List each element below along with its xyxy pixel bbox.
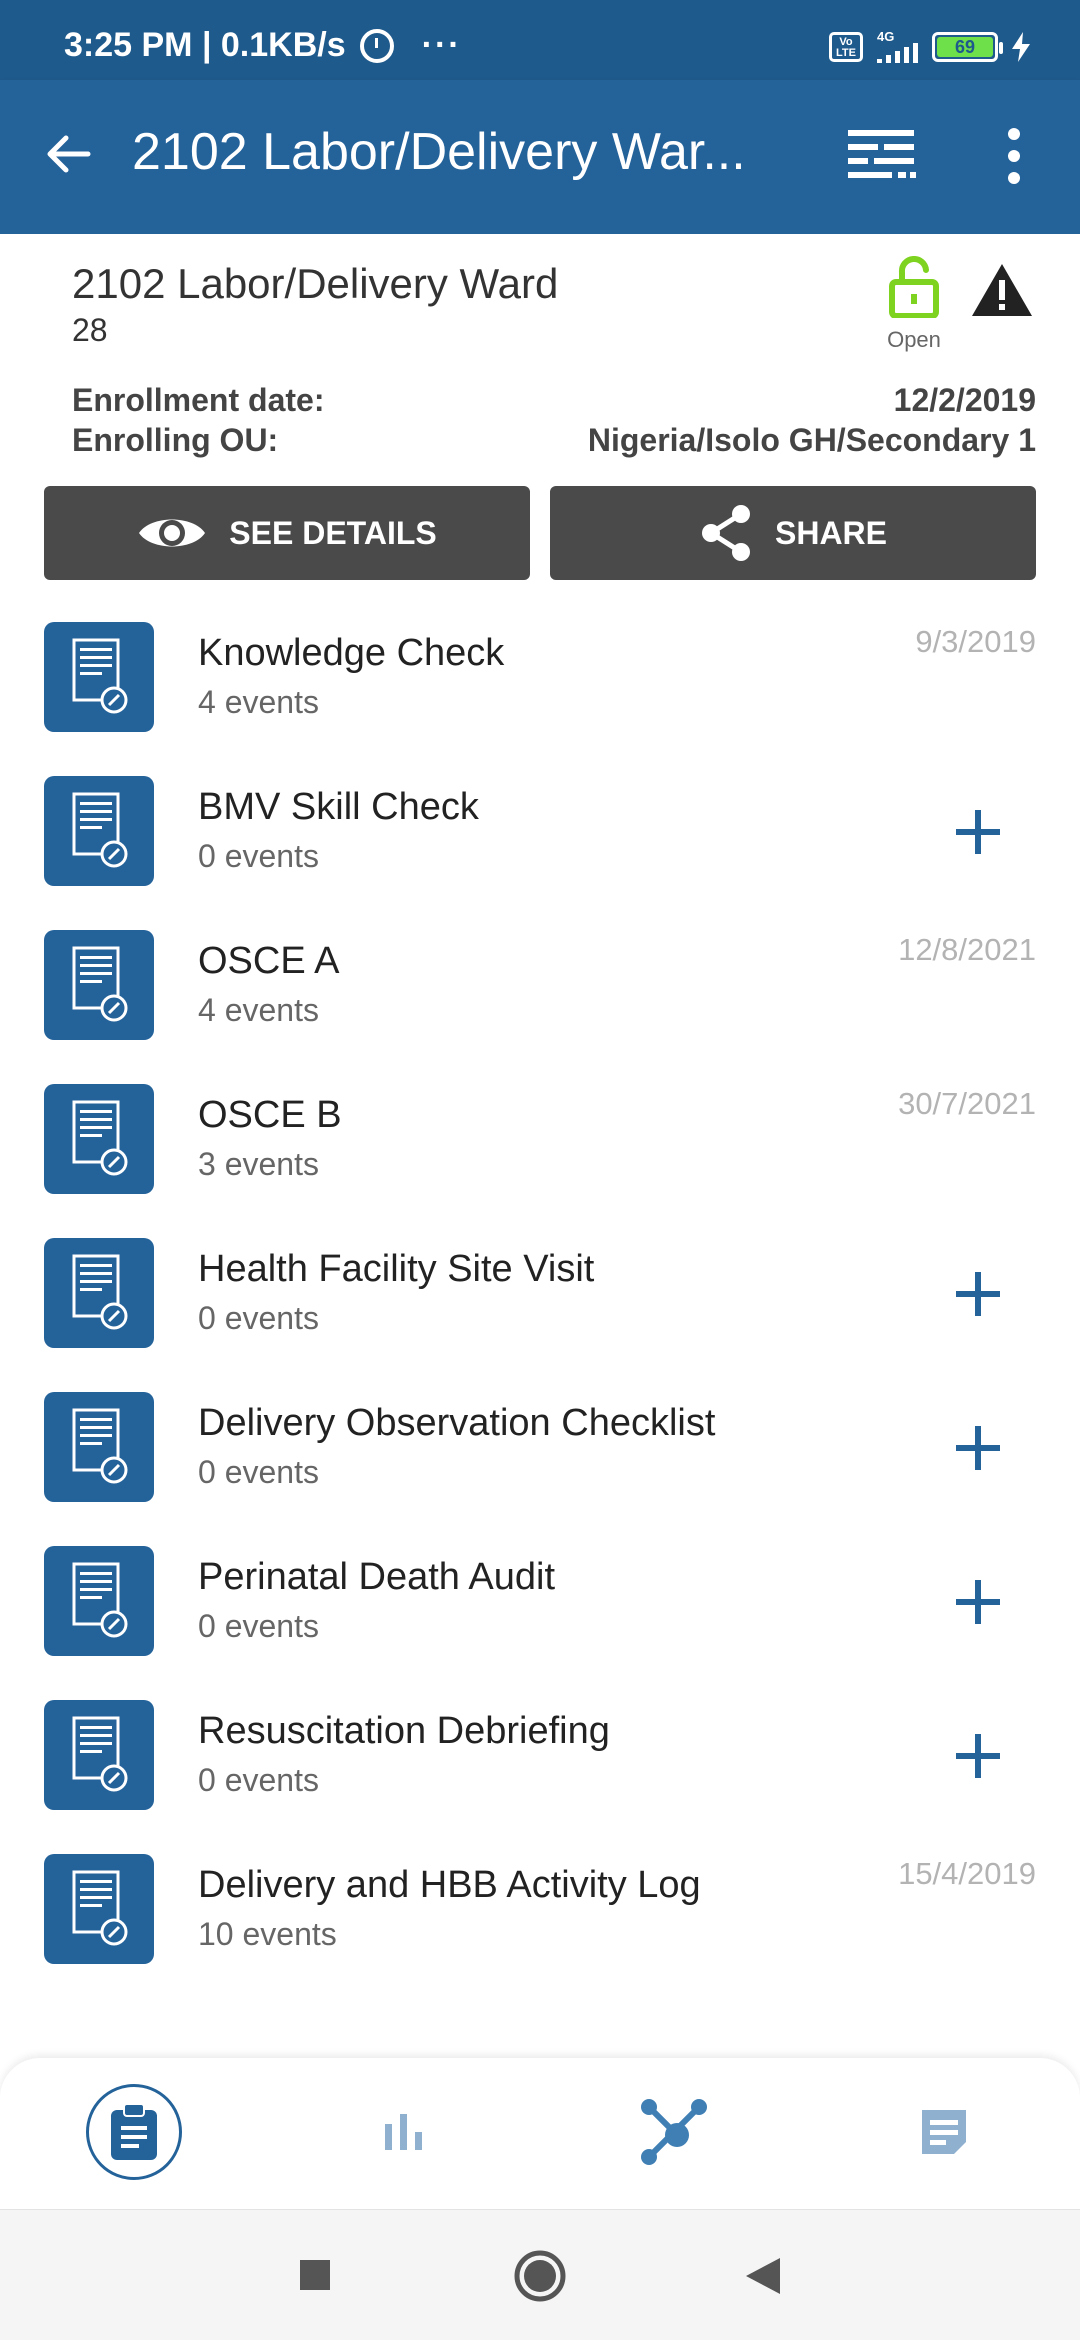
list-item[interactable]: Delivery and HBB Activity Log 10 events … [0, 1836, 1080, 1990]
home-icon[interactable] [512, 2246, 568, 2306]
filter-icon[interactable] [846, 124, 918, 188]
enrollment-header: 2102 Labor/Delivery Ward 28 Open Enrollm… [0, 234, 1080, 604]
stage-event-count: 10 events [198, 1916, 337, 1952]
form-icon [44, 776, 154, 886]
form-icon [44, 1238, 154, 1348]
status-label: Open [887, 327, 941, 352]
list-item[interactable]: BMV Skill Check 0 events [0, 758, 1080, 912]
stage-last-date: 12/8/2021 [898, 932, 1036, 967]
enrolling-ou-row: Enrolling OU: Nigeria/Isolo GH/Secondary… [72, 422, 1036, 459]
nav-notes-tab[interactable] [896, 2084, 992, 2180]
list-item[interactable]: Perinatal Death Audit 0 events [0, 1528, 1080, 1682]
eye-icon [139, 519, 206, 547]
see-details-label: SEE DETAILS [229, 514, 437, 551]
stage-event-count: 0 events [198, 1454, 319, 1490]
plus-icon[interactable] [950, 1420, 1006, 1476]
notes-icon [922, 2110, 966, 2154]
share-icon [701, 505, 750, 561]
see-details-button[interactable]: SEE DETAILS [44, 486, 530, 580]
stage-name: BMV Skill Check [198, 786, 479, 828]
enrolling-ou-value: Nigeria/Isolo GH/Secondary 1 [587, 422, 1036, 458]
list-item[interactable]: Knowledge Check 4 events 9/3/2019 [0, 604, 1080, 758]
signal-icon [877, 43, 918, 63]
stage-event-count: 0 events [198, 1608, 319, 1644]
form-icon [44, 622, 154, 732]
tei-title: 2102 Labor/Delivery Ward [72, 260, 559, 307]
back-nav-icon[interactable] [742, 2246, 782, 2306]
alarm-icon [359, 28, 394, 63]
arrow-left-icon[interactable] [40, 126, 96, 182]
stage-name: Knowledge Check [198, 632, 505, 674]
enrolling-ou-label: Enrolling OU: [72, 422, 279, 458]
stage-name: Health Facility Site Visit [198, 1248, 595, 1290]
charging-icon [1012, 31, 1030, 62]
enrollment-date-row: Enrollment date: 12/2/2019 [72, 382, 1036, 419]
relationships-icon [641, 2099, 707, 2165]
list-item[interactable]: Resuscitation Debriefing 0 events [0, 1682, 1080, 1836]
stage-last-date: 15/4/2019 [898, 1856, 1036, 1891]
plus-icon[interactable] [950, 1574, 1006, 1630]
stage-last-date: 30/7/2021 [898, 1086, 1036, 1121]
nav-events-tab[interactable] [86, 2084, 182, 2180]
stage-name: OSCE B [198, 1094, 342, 1136]
bar-chart-icon [385, 2114, 422, 2150]
stage-event-count: 3 events [198, 1146, 319, 1182]
nav-relationships-tab[interactable] [626, 2084, 722, 2180]
form-icon [44, 1084, 154, 1194]
form-icon [44, 1392, 154, 1502]
tei-subtitle: 28 [72, 312, 108, 348]
stage-event-count: 0 events [198, 838, 319, 874]
more-notifications-icon: ··· [421, 26, 462, 64]
stage-event-count: 0 events [198, 1300, 319, 1336]
status-bar: 3:25 PM | 0.1KB/s ··· Vo LTE 4G 69 [0, 0, 1080, 80]
recent-apps-icon[interactable] [298, 2246, 332, 2306]
form-icon [44, 930, 154, 1040]
stage-name: Perinatal Death Audit [198, 1556, 556, 1598]
app-bar: 2102 Labor/Delivery War... [0, 80, 1080, 234]
form-icon [44, 1546, 154, 1656]
list-item[interactable]: Delivery Observation Checklist 0 events [0, 1374, 1080, 1528]
list-item[interactable]: Health Facility Site Visit 0 events [0, 1220, 1080, 1374]
battery-level: 69 [937, 36, 993, 57]
more-vert-icon[interactable] [990, 124, 1038, 188]
plus-icon[interactable] [950, 804, 1006, 860]
warning-icon[interactable] [970, 262, 1034, 318]
stage-event-count: 4 events [198, 684, 319, 720]
battery-icon: 69 [932, 31, 1003, 62]
nav-analytics-tab[interactable] [356, 2084, 452, 2180]
volte-icon: Vo LTE [829, 31, 863, 62]
stage-last-date: 9/3/2019 [915, 624, 1036, 659]
stage-name: Resuscitation Debriefing [198, 1710, 610, 1752]
stage-event-count: 4 events [198, 992, 319, 1028]
stage-name: Delivery Observation Checklist [198, 1402, 716, 1444]
bottom-navigation [0, 2058, 1080, 2210]
unlock-icon [889, 256, 939, 319]
stage-event-count: 0 events [198, 1762, 319, 1798]
status-time: 3:25 PM | 0.1KB/s [64, 26, 346, 64]
enrollment-date-label: Enrollment date: [72, 382, 325, 418]
share-label: SHARE [774, 514, 887, 551]
clipboard-icon [111, 2103, 157, 2160]
system-navigation [0, 2210, 1080, 2340]
status-left: 3:25 PM | 0.1KB/s ··· [64, 26, 462, 65]
stage-name: OSCE A [198, 940, 340, 982]
enrollment-status[interactable]: Open [880, 256, 948, 353]
program-stage-list: Knowledge Check 4 events 9/3/2019 BMV Sk… [0, 604, 1080, 1990]
plus-icon[interactable] [950, 1266, 1006, 1322]
app-bar-title: 2102 Labor/Delivery War... [132, 123, 746, 181]
form-icon [44, 1700, 154, 1810]
enrollment-date-value: 12/2/2019 [893, 382, 1036, 418]
network-type: 4G [877, 29, 895, 44]
list-item[interactable]: OSCE B 3 events 30/7/2021 [0, 1066, 1080, 1220]
status-right: Vo LTE 4G 69 [829, 30, 1030, 63]
share-button[interactable]: SHARE [550, 486, 1036, 580]
list-item[interactable]: OSCE A 4 events 12/8/2021 [0, 912, 1080, 1066]
plus-icon[interactable] [950, 1728, 1006, 1784]
stage-name: Delivery and HBB Activity Log [198, 1864, 701, 1906]
form-icon [44, 1854, 154, 1964]
